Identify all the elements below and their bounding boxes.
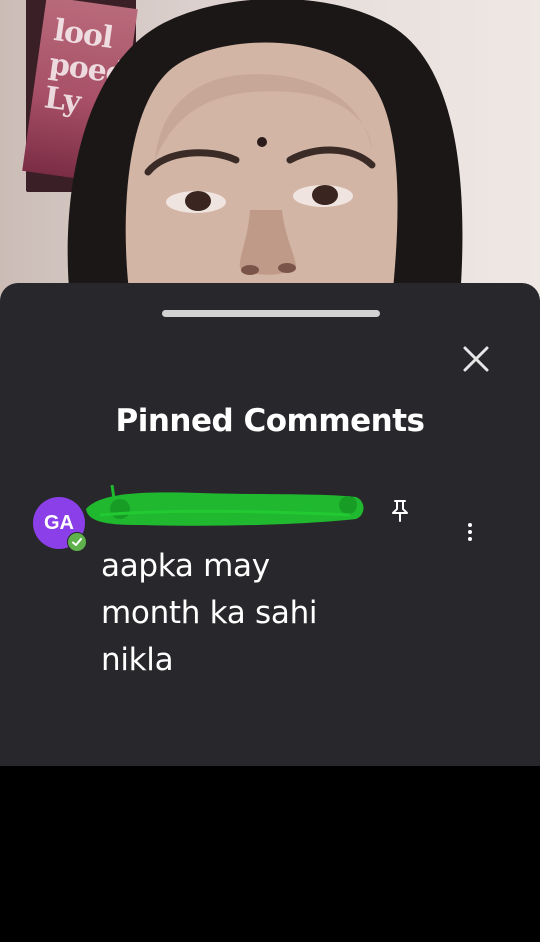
verified-badge-icon [67, 532, 87, 552]
comment-text: aapka may month ka sahi nikla [101, 548, 318, 678]
more-options-button[interactable] [458, 519, 482, 545]
drag-handle[interactable] [162, 310, 380, 317]
pinned-comment: GA aapka may month ka sahi nikla [0, 483, 540, 703]
avatar-initials: GA [44, 511, 74, 534]
close-button[interactable] [456, 339, 496, 379]
more-vertical-icon [468, 523, 472, 527]
video-background: lool poed Ly [0, 0, 540, 300]
presenter-image [67, 0, 463, 300]
username-redacted [86, 485, 364, 526]
sheet-title: Pinned Comments [115, 403, 425, 439]
close-icon [463, 346, 489, 372]
pin-icon[interactable] [389, 499, 411, 523]
pinned-comments-sheet: Pinned Comments GA aapka may month ka sa… [0, 283, 540, 766]
